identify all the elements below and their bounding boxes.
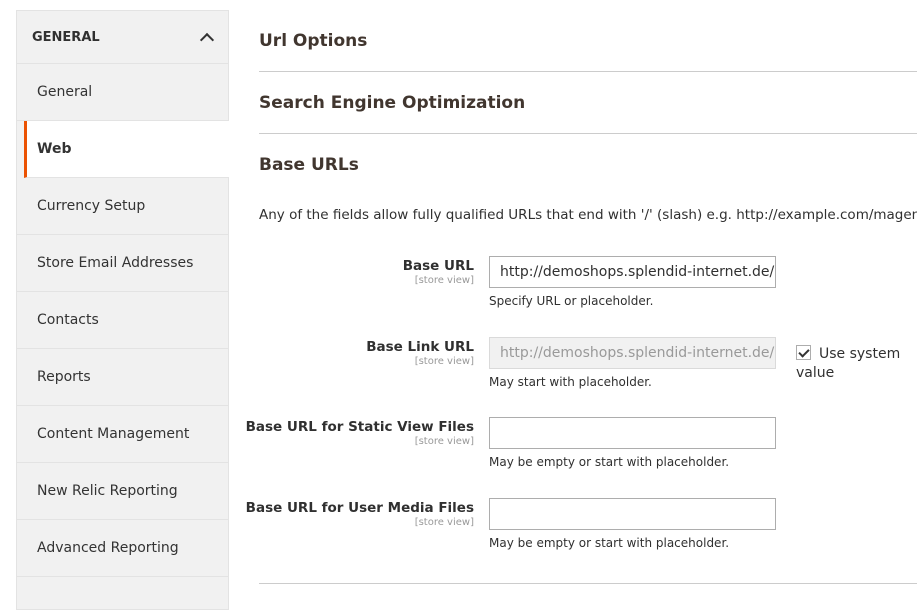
- base-url-input[interactable]: http://demoshops.splendid-internet.de/r: [489, 256, 776, 288]
- sidebar-item-contacts[interactable]: Contacts: [17, 292, 228, 349]
- base-url-static-input[interactable]: [489, 417, 776, 449]
- use-system-value-checkbox[interactable]: Use system value: [796, 345, 906, 383]
- sidebar-item-advanced-reporting[interactable]: Advanced Reporting: [17, 520, 228, 577]
- config-sidebar: GENERAL General Web Currency Setup Store…: [16, 10, 229, 610]
- section-seo[interactable]: Search Engine Optimization: [259, 93, 917, 113]
- field-scope: [store view]: [414, 275, 474, 286]
- field-base-link-url: Base Link URL [store view] http://demosho…: [259, 337, 917, 407]
- divider: [259, 133, 917, 134]
- field-scope: [store view]: [414, 356, 474, 367]
- divider: [259, 583, 917, 584]
- section-url-options[interactable]: Url Options: [259, 31, 917, 51]
- field-note: Specify URL or placeholder.: [489, 294, 654, 308]
- sidebar-section-general[interactable]: GENERAL: [17, 11, 228, 64]
- sidebar-section-title: GENERAL: [32, 29, 100, 45]
- field-note: May start with placeholder.: [489, 375, 652, 389]
- use-system-value-label: Use system value: [796, 346, 901, 381]
- field-scope: [store view]: [414, 517, 474, 528]
- section-description: Any of the fields allow fully qualified …: [259, 207, 917, 223]
- field-base-url: Base URL [store view] http://demoshops.sp…: [259, 256, 917, 326]
- sidebar-item-new-relic-reporting[interactable]: New Relic Reporting: [17, 463, 228, 520]
- field-label: Base Link URL: [366, 339, 474, 355]
- base-link-url-input[interactable]: http://demoshops.splendid-internet.de/r: [489, 337, 776, 369]
- sidebar-item-content-management[interactable]: Content Management: [17, 406, 228, 463]
- chevron-up-icon[interactable]: [199, 32, 215, 47]
- field-note: May be empty or start with placeholder.: [489, 536, 730, 550]
- sidebar-item-web[interactable]: Web: [24, 121, 229, 178]
- field-base-url-media: Base URL for User Media Files [store view…: [246, 498, 917, 568]
- divider: [259, 71, 917, 72]
- field-note: May be empty or start with placeholder.: [489, 455, 730, 469]
- field-label: Base URL for Static View Files: [245, 419, 474, 435]
- field-label: Base URL: [402, 258, 474, 274]
- field-base-url-static: Base URL for Static View Files [store vie…: [246, 417, 917, 487]
- field-label: Base URL for User Media Files: [245, 500, 474, 516]
- checkbox-checked-icon[interactable]: [796, 345, 811, 360]
- base-url-media-input[interactable]: [489, 498, 776, 530]
- section-base-urls[interactable]: Base URLs: [259, 155, 917, 175]
- sidebar-item-general[interactable]: General: [17, 64, 228, 121]
- field-scope: [store view]: [414, 436, 474, 447]
- sidebar-item-reports[interactable]: Reports: [17, 349, 228, 406]
- sidebar-item-currency-setup[interactable]: Currency Setup: [17, 178, 228, 235]
- sidebar-item-store-email-addresses[interactable]: Store Email Addresses: [17, 235, 228, 292]
